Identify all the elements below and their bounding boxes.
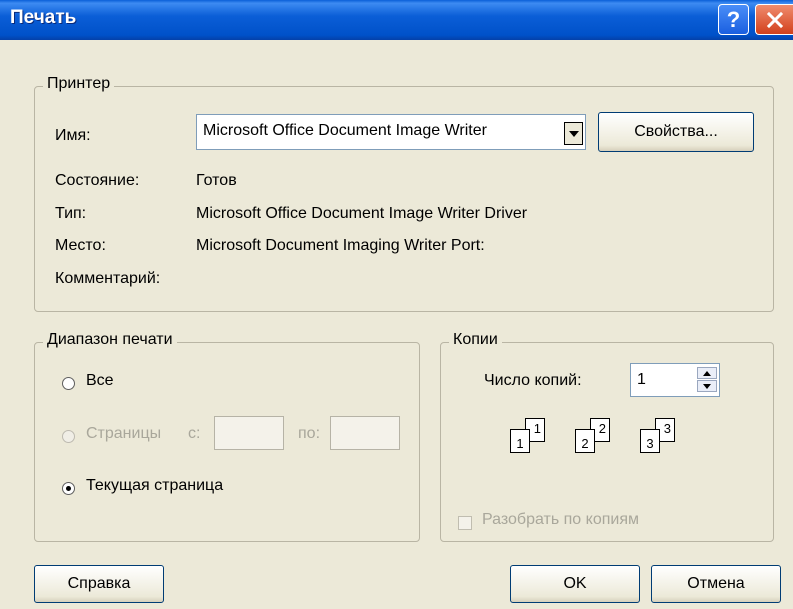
collate-page-front-1: 1 <box>510 429 530 453</box>
copies-count-value: 1 <box>637 371 646 388</box>
window-title: Печать <box>10 7 77 28</box>
ok-button[interactable]: OK <box>510 565 640 603</box>
comment-label: Комментарий: <box>55 270 161 287</box>
print-range-legend: Диапазон печати <box>43 331 177 349</box>
help-button[interactable]: Справка <box>34 565 164 603</box>
printer-name-dropdown-button[interactable] <box>564 122 583 145</box>
range-from-label: с: <box>188 425 201 442</box>
location-value: Microsoft Document Imaging Writer Port: <box>196 237 485 254</box>
collate-page-front-2: 2 <box>575 429 595 453</box>
title-bar: Печать ? <box>0 0 793 40</box>
printer-group-legend: Принтер <box>43 75 115 93</box>
collate-page-front-3: 3 <box>640 429 660 453</box>
spin-up-icon <box>703 370 711 376</box>
printer-name-value: Microsoft Office Document Image Writer <box>203 122 487 139</box>
status-value: Готов <box>196 172 237 189</box>
range-current-radio[interactable] <box>62 482 75 495</box>
range-from-input[interactable] <box>214 416 284 450</box>
spin-down-icon <box>703 383 711 389</box>
collate-checkbox[interactable] <box>458 516 472 530</box>
range-pages-radio[interactable] <box>62 430 75 443</box>
range-all-label[interactable]: Все <box>86 372 114 390</box>
range-to-label: по: <box>298 425 321 442</box>
close-title-button[interactable] <box>755 4 793 35</box>
range-pages-label[interactable]: Страницы <box>86 425 161 443</box>
spin-down-button[interactable] <box>697 380 717 392</box>
type-label: Тип: <box>55 205 87 222</box>
help-title-button[interactable]: ? <box>718 4 749 35</box>
help-icon: ? <box>726 6 741 32</box>
copies-count-label: Число копий: <box>484 372 582 389</box>
range-all-radio[interactable] <box>62 377 75 390</box>
range-to-input[interactable] <box>330 416 400 450</box>
dropdown-arrow-icon <box>568 130 579 137</box>
printer-name-select[interactable]: Microsoft Office Document Image Writer <box>196 114 586 150</box>
location-label: Место: <box>55 237 106 254</box>
collate-label[interactable]: Разобрать по копиям <box>482 511 639 529</box>
close-icon <box>766 11 783 28</box>
printer-name-label: Имя: <box>55 127 91 144</box>
properties-button[interactable]: Свойства... <box>598 112 754 152</box>
status-label: Состояние: <box>55 172 140 189</box>
range-current-label[interactable]: Текущая страница <box>86 477 223 495</box>
copies-legend: Копии <box>449 331 502 349</box>
type-value: Microsoft Office Document Image Writer D… <box>196 205 528 222</box>
cancel-button[interactable]: Отмена <box>651 565 781 603</box>
collate-illustration: 1 1 2 2 3 3 <box>510 418 700 468</box>
spin-up-button[interactable] <box>697 367 717 379</box>
copies-count-input[interactable]: 1 <box>630 363 720 397</box>
